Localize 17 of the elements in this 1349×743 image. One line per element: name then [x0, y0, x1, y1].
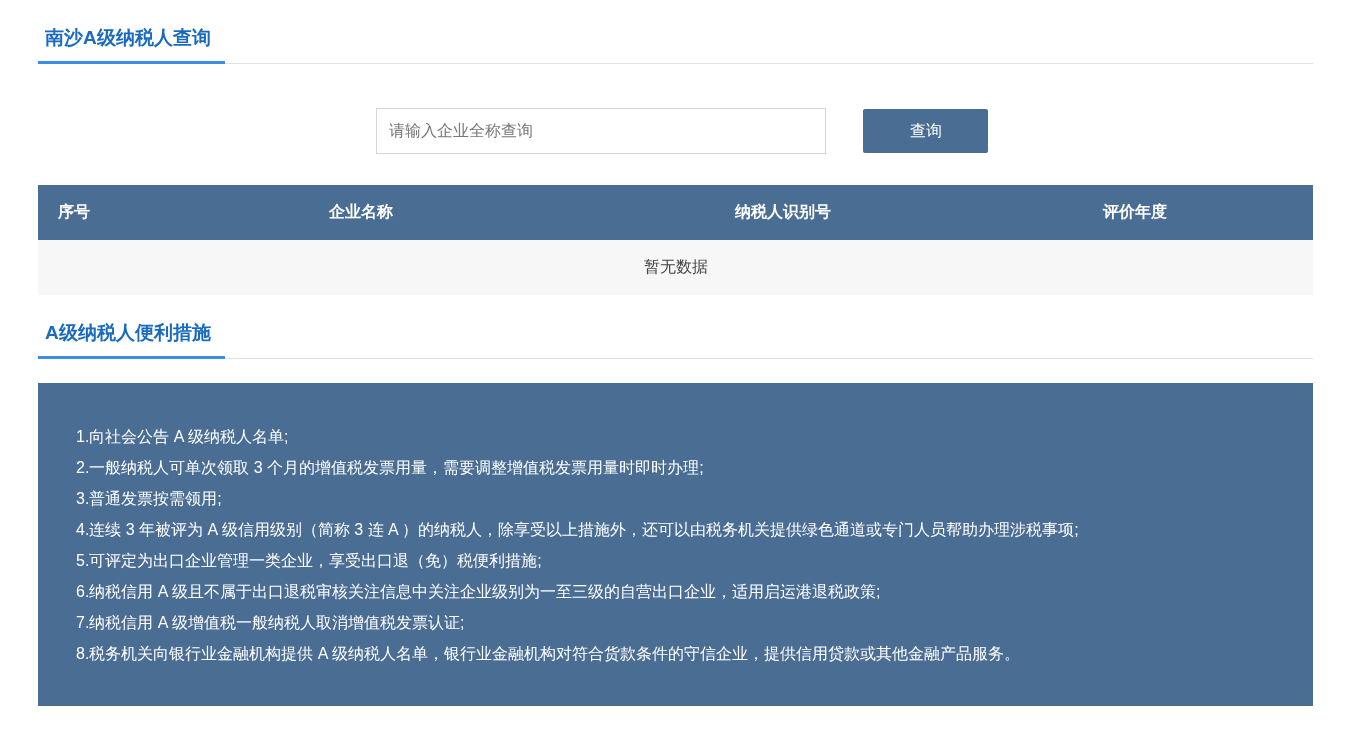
- search-field[interactable]: 请输入企业全称查询: [376, 108, 826, 154]
- section-title: 南沙A级纳税人查询: [38, 0, 225, 64]
- column-header: 评价年度: [1101, 202, 1168, 222]
- measure-item: 1.向社会公告 A 级纳税人名单;: [76, 427, 290, 447]
- measure-item: 7.纳税信用 A 级增值税一般纳税人取消增值税发票认证;: [76, 613, 466, 633]
- measure-item: 5.可评定为出口企业管理一类企业，享受出口退（免）税便利措施;: [76, 551, 543, 571]
- measure-item: 8.税务机关向银行业金融机构提供 A 级纳税人名单，银行业金融机构对符合货款条件的守信企业，提供信用贷款或其他金融产品服务。: [76, 644, 1022, 664]
- section-title: A级纳税人便利措施: [38, 295, 225, 359]
- column-header: 序号: [57, 202, 91, 222]
- measure-item: 3.普通发票按需领用;: [76, 489, 223, 509]
- search-button[interactable]: 查询: [863, 109, 988, 153]
- column-header: 纳税人识别号: [734, 202, 832, 222]
- empty-message: 暂无数据: [643, 257, 708, 277]
- column-header: 企业名称: [328, 202, 394, 222]
- measure-item: 2.一般纳税人可单次领取 3 个月的增值税发票用量，需要调整增值税发票用量时即时办理;: [76, 458, 705, 478]
- measure-item: 4.连续 3 年被评为 A 级信用级别（简称 3 连 A ）的纳税人，除享受以上措施外，还可以由税务机关提供绿色通道或专门人员帮助办理涉税事项;: [76, 520, 1080, 540]
- measure-item: 6.纳税信用 A 级且不属于出口退税审核关注信息中关注企业级别为一至三级的自营出口企业，适用启运港退税政策;: [76, 582, 882, 602]
